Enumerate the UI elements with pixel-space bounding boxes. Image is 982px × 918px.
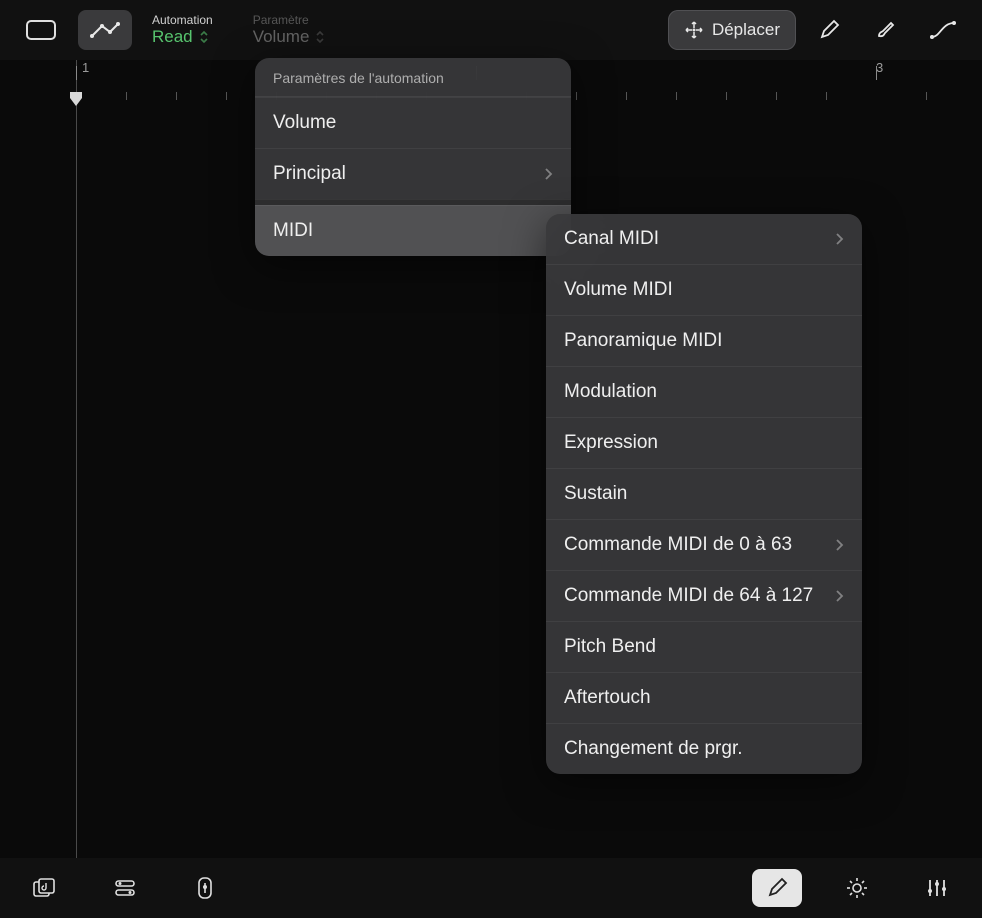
menu-item-label: Commande MIDI de 64 à 127 <box>564 585 813 607</box>
automation-line-icon <box>90 20 120 40</box>
top-toolbar: Automation Read Paramètre Volume Déplace… <box>0 0 982 60</box>
parameter-select[interactable]: Paramètre Volume <box>253 13 326 47</box>
submenu-item[interactable]: Canal MIDI <box>546 214 862 264</box>
chevron-right-icon <box>543 167 553 181</box>
menu-item-label: Changement de prgr. <box>564 738 743 760</box>
parameter-label: Paramètre <box>253 13 326 27</box>
toggle-stack-icon <box>114 879 136 897</box>
automation-value: Read <box>152 27 193 47</box>
submenu-item[interactable]: Pitch Bend <box>546 621 862 672</box>
brush-icon <box>874 19 896 41</box>
track-left-edge <box>76 60 77 858</box>
submenu-item[interactable]: Sustain <box>546 468 862 519</box>
plugin-button[interactable] <box>180 869 230 907</box>
ruler-mark: 1 <box>82 60 89 75</box>
automation-mode-select[interactable]: Automation Read <box>152 13 213 47</box>
menu-item-label: Panoramique MIDI <box>564 330 722 352</box>
submenu-item[interactable]: Aftertouch <box>546 672 862 723</box>
chevron-updown-icon <box>315 30 325 44</box>
menu-item-volume[interactable]: Volume <box>255 97 571 148</box>
parameter-value: Volume <box>253 27 310 47</box>
submenu-item[interactable]: Expression <box>546 417 862 468</box>
submenu-item[interactable]: Volume MIDI <box>546 264 862 315</box>
menu-item-label: MIDI <box>273 220 313 242</box>
pencil-tool-button[interactable] <box>806 10 852 50</box>
submenu-item[interactable]: Changement de prgr. <box>546 723 862 774</box>
menu-item-label: Volume <box>273 112 336 134</box>
chevron-updown-icon <box>199 30 209 44</box>
sun-gear-icon <box>846 877 868 899</box>
edit-tool-button[interactable] <box>752 869 802 907</box>
pencil-icon <box>766 877 788 899</box>
menu-item-label: Commande MIDI de 0 à 63 <box>564 534 792 556</box>
menu-item-label: Pitch Bend <box>564 636 656 658</box>
menu-item-label: Sustain <box>564 483 627 505</box>
menu-item-label: Principal <box>273 163 346 185</box>
chevron-right-icon <box>834 589 844 603</box>
menu-item-principal[interactable]: Principal <box>255 148 571 199</box>
menu-item-label: Modulation <box>564 381 657 403</box>
submenu-item[interactable]: Commande MIDI de 64 à 127 <box>546 570 862 621</box>
menu-header: Paramètres de l'automation <box>255 58 571 97</box>
submenu-item[interactable]: Modulation <box>546 366 862 417</box>
pencil-icon <box>818 19 840 41</box>
region-rect-icon <box>26 20 56 40</box>
submenu-item[interactable]: Commande MIDI de 0 à 63 <box>546 519 862 570</box>
mixer-sliders-button[interactable] <box>912 869 962 907</box>
chevron-right-icon <box>834 232 844 246</box>
channel-strip-button[interactable] <box>100 869 150 907</box>
automation-mode-button[interactable] <box>78 10 132 50</box>
region-mode-button[interactable] <box>14 10 68 50</box>
plugin-icon <box>198 877 212 899</box>
midi-submenu: Canal MIDI Volume MIDI Panoramique MIDI … <box>546 214 862 774</box>
automation-parameter-menu: Paramètres de l'automation Volume Princi… <box>255 58 571 256</box>
sliders-icon <box>926 878 948 898</box>
submenu-item[interactable]: Panoramique MIDI <box>546 315 862 366</box>
move-tool-button[interactable]: Déplacer <box>668 10 796 50</box>
menu-item-label: Aftertouch <box>564 687 651 709</box>
bottom-toolbar <box>0 858 982 918</box>
menu-item-label: Expression <box>564 432 658 454</box>
library-icon <box>33 878 57 898</box>
menu-item-midi[interactable]: MIDI <box>255 205 571 256</box>
move-label: Déplacer <box>712 20 780 40</box>
chevron-right-icon <box>834 538 844 552</box>
menu-item-label: Volume MIDI <box>564 279 673 301</box>
library-button[interactable] <box>20 869 70 907</box>
view-settings-button[interactable] <box>832 869 882 907</box>
curve-tool-button[interactable] <box>918 10 968 50</box>
ruler-mark: 3 <box>876 60 883 75</box>
curve-icon <box>930 19 956 41</box>
move-icon <box>684 20 704 40</box>
automation-label: Automation <box>152 13 213 27</box>
menu-item-label: Canal MIDI <box>564 228 659 250</box>
brush-tool-button[interactable] <box>862 10 908 50</box>
